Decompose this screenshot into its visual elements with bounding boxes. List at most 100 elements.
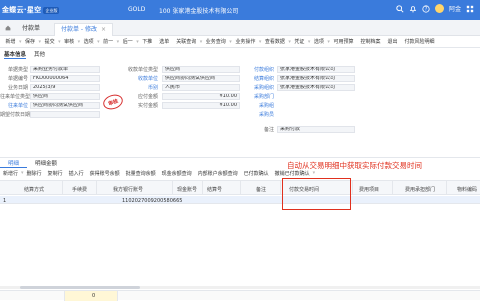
partner-type-field[interactable]: 供应商 (30, 93, 100, 100)
col-header[interactable]: 备注 (256, 186, 266, 193)
logo-text: 金蝶云·星空 (2, 6, 42, 14)
toolbar-btn-audit[interactable]: 审核 (61, 38, 78, 45)
toolbar-btn-push[interactable]: 下推 (139, 38, 156, 45)
payee-type-field[interactable]: 供应商 (162, 66, 240, 73)
purchase-org-field[interactable]: 张家港金股技术有限公司 (277, 84, 355, 91)
toolbar-btn-select[interactable]: 选单 (156, 38, 173, 45)
grid-btn-internal-balance[interactable]: 内部账户余额查询 (195, 170, 241, 177)
field-label: 付款组织 (253, 67, 274, 73)
col-divider (172, 180, 173, 195)
avatar[interactable] (434, 4, 444, 13)
search-icon[interactable] (396, 4, 404, 13)
purchaser-field[interactable] (277, 111, 355, 118)
field-label: 采购员 (258, 112, 274, 118)
toolbar-btn-prev[interactable]: 前一 (100, 38, 117, 45)
page-tab-bar: 付款单 付款单 - 修改 × (0, 20, 480, 36)
row-number: 1 (3, 198, 7, 204)
tab-basic-info[interactable]: 基本信息 (4, 50, 27, 59)
toolbar-btn-view-data[interactable]: 查看数据 (261, 38, 288, 45)
col-header[interactable]: 现金账号 (177, 186, 197, 193)
org-selector[interactable]: 100 张家港金股技术有限公司 (159, 6, 238, 15)
toolbar-btn-risk[interactable]: 付款风险明细 (401, 38, 438, 45)
form-section-tabs: 基本信息 其他 (4, 50, 45, 59)
field-label: 业务日期 (7, 85, 28, 91)
col-divider (280, 180, 281, 195)
expected-pay-date-field[interactable] (30, 111, 100, 118)
top-bar: 金蝶云·星空 企业版 GOLD 100 张家港金股技术有限公司 ? 阿金 (0, 0, 480, 20)
biz-date-field[interactable]: 2025/3/9 (30, 84, 100, 91)
home-icon[interactable] (5, 25, 11, 31)
toolbar-btn-exit[interactable]: 退出 (384, 38, 401, 45)
currency-field[interactable]: 人民币 (162, 84, 240, 91)
col-divider (202, 180, 203, 195)
toolbar-btn-new[interactable]: 新增 (2, 38, 19, 45)
field-label: 收款单位类型 (127, 67, 158, 73)
menu-grid-icon[interactable] (466, 5, 474, 13)
bell-icon[interactable] (409, 5, 417, 13)
field-label: 单据类型 (7, 67, 28, 73)
toolbar-btn-next[interactable]: 后一 (119, 38, 136, 45)
grid-btn-del-row[interactable]: 删除行 (24, 170, 45, 177)
gold-label: GOLD (128, 6, 146, 13)
main-toolbar: 新增 ▾ 保存 ▾ 提交 ▾ 审核 ▾ 选项 ▾ 前一 ▾ 后一 ▾ 下推 选单 关联查询 ▾ … (0, 36, 480, 48)
grid-btn-copy-row[interactable]: 复制行 (45, 170, 66, 177)
col-divider (392, 180, 393, 195)
tab-other[interactable]: 其他 (34, 50, 45, 59)
payable-amount-field[interactable]: ¥10.00 (162, 93, 240, 100)
doc-type-field[interactable]: 采购业务付款单 (30, 66, 100, 73)
bank-account-cell[interactable]: 1102027009200580665 (122, 198, 182, 204)
pay-org-field[interactable]: 张家港金股技术有限公司 (277, 66, 355, 73)
grid-btn-batch-balance[interactable]: 批量查询余额 (123, 170, 159, 177)
toolbar-btn-option[interactable]: 选项 (80, 38, 97, 45)
col-header[interactable]: 我方银行账号 (113, 186, 143, 193)
col-header[interactable]: 手续费 (72, 186, 87, 193)
col-header[interactable]: 费用项目 (359, 186, 379, 193)
toolbar-btn-archive[interactable]: 控制档案 (357, 38, 384, 45)
col-header[interactable]: 费用承担部门 (405, 186, 435, 193)
app-logo[interactable]: 金蝶云·星空 企业版 (0, 0, 60, 20)
help-icon[interactable]: ? (422, 4, 430, 13)
tab-payment-edit[interactable]: 付款单 - 修改 × (54, 23, 114, 36)
toolbar-btn-biz-query[interactable]: 业务查询 (202, 38, 229, 45)
tab-detail-amount[interactable]: 明细金额 (27, 159, 65, 167)
grid-btn-add-row[interactable]: 新增行 (0, 170, 21, 177)
grid-btn-paid-confirm[interactable]: 已付款确认 (241, 170, 272, 177)
grid-btn-insert-row[interactable]: 插入行 (66, 170, 87, 177)
toolbar-btn-options[interactable]: 选项 (310, 38, 327, 45)
scroll-thumb[interactable] (20, 286, 140, 289)
toolbar-btn-biz-op[interactable]: 业务操作 (232, 38, 259, 45)
highlight-box (282, 178, 351, 210)
remark-field[interactable]: 采购付款 (277, 126, 355, 133)
toolbar-btn-budget[interactable]: 可用预算 (330, 38, 357, 45)
tab-label: 付款单 - 修改 (61, 26, 97, 33)
purchase-dept-field[interactable] (277, 93, 355, 100)
field-label: 备注 (263, 127, 274, 133)
close-icon[interactable]: × (101, 26, 106, 33)
purchase-group-field[interactable] (277, 102, 355, 109)
user-name[interactable]: 阿金 (449, 4, 461, 13)
actual-amount-field[interactable]: ¥10.00 (162, 102, 240, 109)
payee-field[interactable]: 供应商协同测试供应商 (162, 75, 240, 82)
field-label: 实付金额 (137, 103, 158, 109)
horizontal-scrollbar[interactable] (0, 286, 480, 289)
col-header[interactable]: 结算号 (207, 186, 222, 193)
sum-value: 0 (92, 293, 96, 299)
toolbar-btn-voucher[interactable]: 凭证 (291, 38, 308, 45)
partner-field[interactable]: 供应商协同测试供应商 (30, 102, 100, 109)
col-header[interactable]: 物料编码 (457, 186, 477, 193)
settle-org-field[interactable]: 张家港金股技术有限公司 (277, 75, 355, 82)
table-row[interactable]: 1 1102027009200580665 (0, 196, 480, 204)
col-header[interactable]: 结算方式 (24, 186, 44, 193)
col-divider (352, 180, 353, 195)
field-label: 期望付款日期 (0, 112, 31, 118)
grid-btn-acct-balance[interactable]: 获得账号余额 (87, 170, 123, 177)
field-label: 采购部门 (253, 94, 274, 100)
col-divider (240, 180, 241, 195)
doc-number-field[interactable]: FKD00000064 (30, 75, 100, 82)
grid-btn-cash-balance[interactable]: 现金余额查询 (159, 170, 195, 177)
toolbar-btn-save[interactable]: 保存 (22, 38, 39, 45)
tab-detail[interactable]: 明细 (0, 159, 28, 168)
toolbar-btn-submit[interactable]: 提交 (41, 38, 58, 45)
toolbar-btn-related[interactable]: 关联查询 (173, 38, 200, 45)
tab-payment-list[interactable]: 付款单 (16, 23, 46, 36)
